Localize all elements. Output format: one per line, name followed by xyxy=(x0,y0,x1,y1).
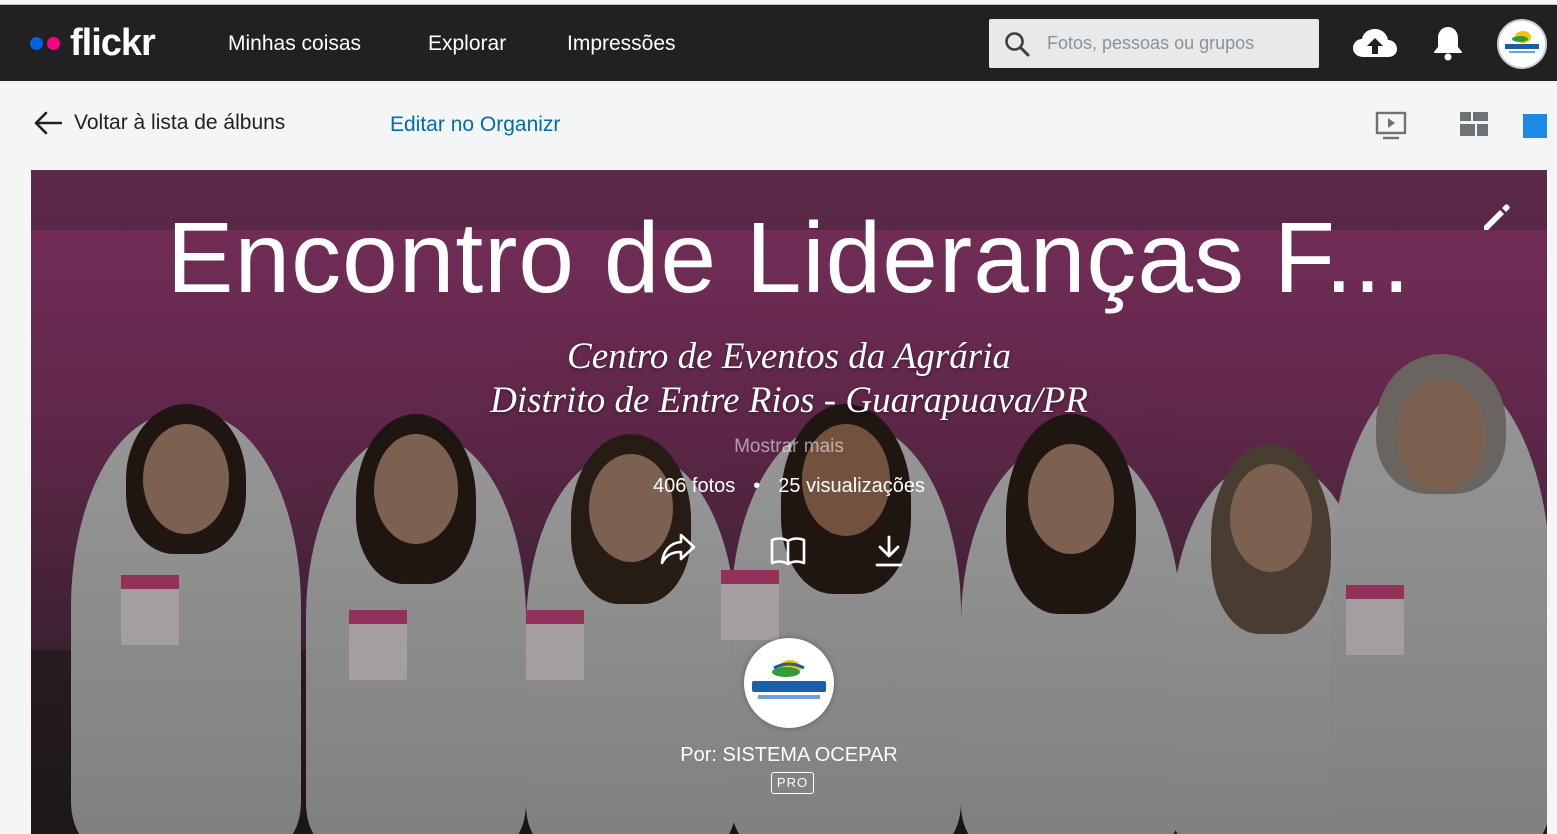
back-to-albums-link[interactable]: Voltar à lista de álbuns xyxy=(34,111,285,135)
share-icon[interactable] xyxy=(660,532,696,566)
album-description-line: Distrito de Entre Rios - Guarapuava/PR xyxy=(490,380,1088,421)
view-count: 25 visualizações xyxy=(778,475,926,497)
logo-dot-blue xyxy=(30,36,43,50)
search-input[interactable] xyxy=(1047,19,1309,68)
sistema-ocepar-logo xyxy=(752,660,826,699)
bell-icon[interactable] xyxy=(1433,25,1463,61)
view-toggle-selected[interactable] xyxy=(1523,114,1547,138)
flickr-logo[interactable]: flickr xyxy=(30,22,156,64)
search-box xyxy=(989,19,1319,68)
nav-link-my-stuff[interactable]: Minhas coisas xyxy=(228,31,361,57)
logo-dot-pink xyxy=(47,36,60,50)
album-description-line: Centro de Eventos da Agrária xyxy=(567,336,1011,377)
edit-in-organizr-link[interactable]: Editar no Organizr xyxy=(390,113,560,137)
nav-link-prints[interactable]: Impressões xyxy=(567,31,676,57)
download-icon[interactable] xyxy=(874,535,904,569)
arrow-left-icon xyxy=(34,111,62,135)
pro-badge: PRO xyxy=(771,772,814,794)
top-navbar: flickr Minhas coisas Explorar Impressões xyxy=(0,5,1557,81)
grid-layout-icon[interactable] xyxy=(1459,111,1489,139)
show-more-link[interactable]: Mostrar mais xyxy=(31,436,1547,458)
logo-wordmark: flickr xyxy=(70,22,156,64)
owner-avatar[interactable] xyxy=(744,638,834,728)
user-avatar[interactable] xyxy=(1497,19,1547,69)
album-description: Centro de Eventos da Agrária Distrito de… xyxy=(31,335,1547,423)
search-icon[interactable] xyxy=(1004,31,1030,57)
album-stats: 406 fotos • 25 visualizações xyxy=(31,475,1547,498)
nav-link-explore[interactable]: Explorar xyxy=(428,31,506,57)
book-icon[interactable] xyxy=(770,535,806,567)
cloud-upload-icon[interactable] xyxy=(1352,27,1398,59)
photo-count: 406 fotos xyxy=(652,475,736,497)
back-link-label: Voltar à lista de álbuns xyxy=(74,111,286,134)
stats-separator: • xyxy=(753,475,761,497)
sistema-ocepar-logo-small xyxy=(1505,31,1539,53)
slideshow-icon[interactable] xyxy=(1375,111,1407,141)
album-subbar: Voltar à lista de álbuns Editar no Organ… xyxy=(0,81,1557,170)
owner-name[interactable]: Por: SISTEMA OCEPAR xyxy=(31,744,1547,767)
album-title: Encontro de Lideranças F... xyxy=(166,202,1412,314)
album-cover: Encontro de Lideranças F... Centro de Ev… xyxy=(31,170,1547,834)
